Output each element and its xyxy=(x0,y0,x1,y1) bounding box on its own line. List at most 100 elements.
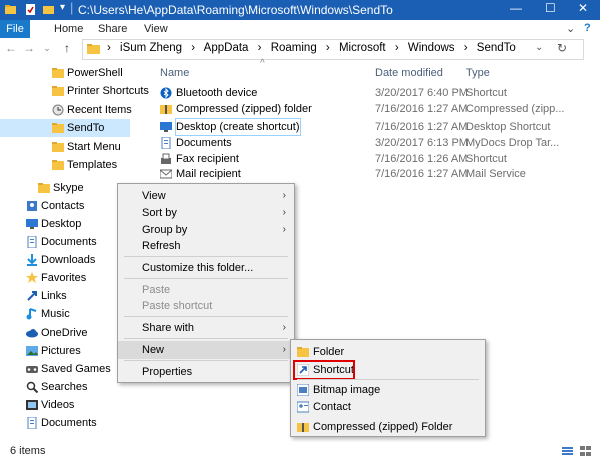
sidebar-item[interactable]: Printer Shortcuts xyxy=(0,82,149,100)
window-title: C:\Users\He\AppData\Roaming\Microsoft\Wi… xyxy=(78,3,393,17)
menu-item[interactable]: Share with › xyxy=(118,319,294,337)
back-arrow-icon[interactable]: ← xyxy=(4,41,18,55)
breadcrumb-separator: › xyxy=(191,42,196,54)
menu-separator xyxy=(124,360,288,361)
menu-item-label: Paste shortcut xyxy=(142,300,213,312)
contacts-icon xyxy=(26,200,38,212)
sidebar-item[interactable]: Templates xyxy=(0,156,140,174)
breadcrumb-item[interactable]: SendTo xyxy=(477,42,516,54)
downloads-icon xyxy=(26,254,38,266)
breadcrumb-item[interactable]: iSum Zheng xyxy=(120,42,182,54)
sidebar-item[interactable]: Recent Items xyxy=(0,101,140,119)
breadcrumb-item[interactable]: Windows xyxy=(408,42,455,54)
file-type: Mail Service xyxy=(466,168,526,180)
sidebar-item-label: Templates xyxy=(67,159,118,171)
submenu-item[interactable]: Contact xyxy=(291,398,485,416)
help-icon[interactable]: ? xyxy=(584,22,591,34)
submenu-item-label: Compressed (zipped) Folder xyxy=(313,421,453,433)
breadcrumb-separator: › xyxy=(107,42,111,54)
file-name: Desktop (create shortcut) xyxy=(175,118,301,136)
contact-card-icon xyxy=(296,401,310,413)
folder-icon xyxy=(38,182,50,194)
sidebar-item-label: Documents xyxy=(41,417,97,429)
menu-item-label: Share with xyxy=(142,322,194,334)
sidebar-item[interactable]: Documents xyxy=(0,414,140,432)
large-icons-view-icon[interactable] xyxy=(580,446,591,456)
bluetooth-icon xyxy=(160,87,172,99)
file-date: 7/16/2016 1:27 AM xyxy=(375,168,468,180)
sidebar-item-label: Downloads xyxy=(41,254,96,266)
submenu-item[interactable]: Bitmap image xyxy=(291,381,485,399)
ribbon-tabs: File Home Share View ⌄ ? xyxy=(0,20,600,39)
menu-item[interactable]: New › xyxy=(118,341,294,359)
up-arrow-icon[interactable]: ↑ xyxy=(60,41,74,55)
details-view-icon[interactable] xyxy=(562,446,573,456)
sidebar-item-label: Recent Items xyxy=(67,104,132,116)
new-submenu: Folder Shortcut Bitmap image Contact Compres… xyxy=(290,339,486,437)
sidebar-item-label: Printer Shortcuts xyxy=(67,85,149,97)
menu-item[interactable]: View › xyxy=(118,187,294,205)
tab-home[interactable]: Home xyxy=(46,20,91,38)
file-row[interactable]: Compressed (zipped) folder 7/16/2016 1:27… xyxy=(150,101,600,117)
zip-folder-icon xyxy=(160,103,172,115)
sidebar-item-label: Favorites xyxy=(41,272,87,284)
close-button[interactable]: ✕ xyxy=(578,1,588,15)
sidebar-item-label: OneDrive xyxy=(41,327,88,339)
submenu-item[interactable]: Compressed (zipped) Folder xyxy=(291,418,485,436)
new-folder-icon[interactable] xyxy=(42,3,55,16)
sidebar-item[interactable]: SendTo xyxy=(0,119,130,137)
properties-icon[interactable] xyxy=(24,3,37,16)
file-row[interactable]: Desktop (create shortcut) 7/16/2016 1:27 … xyxy=(150,118,600,136)
menu-item-label: View xyxy=(142,190,166,202)
file-date: 7/16/2016 1:27 AM xyxy=(375,103,468,115)
sidebar-item-label: Contacts xyxy=(41,200,85,212)
pictures-icon xyxy=(26,345,38,357)
file-date: 3/20/2017 6:13 PM xyxy=(375,137,468,149)
breadcrumb-item[interactable]: AppData xyxy=(204,42,249,54)
quick-access-dropdown-icon[interactable]: ▾ xyxy=(60,2,65,13)
file-row[interactable]: Documents 3/20/2017 6:13 PM MyDocs Drop Ta… xyxy=(150,135,600,151)
menu-item-label: Properties xyxy=(142,366,193,378)
recent-locations-icon[interactable]: ⌄ xyxy=(40,41,54,55)
explorer-icon xyxy=(5,5,16,14)
refresh-icon[interactable]: ↻ xyxy=(557,41,567,55)
menu-item[interactable]: Sort by › xyxy=(118,204,294,222)
forward-arrow-icon[interactable]: → xyxy=(22,41,36,55)
sidebar-item[interactable]: PowerShell xyxy=(0,64,140,82)
file-row[interactable]: Fax recipient 7/16/2016 1:26 AM Shortcut xyxy=(150,151,600,167)
breadcrumb-separator: › xyxy=(463,42,468,54)
tab-view[interactable]: View xyxy=(136,20,176,38)
minimize-button[interactable]: — xyxy=(510,1,522,15)
ribbon-expand-icon[interactable]: ⌄ xyxy=(566,22,575,35)
column-header-name[interactable]: Name xyxy=(160,62,189,84)
file-type: Desktop Shortcut xyxy=(466,121,551,133)
sidebar-item[interactable]: Videos xyxy=(0,396,140,414)
recent-icon xyxy=(52,104,64,116)
address-bar[interactable]: › iSum Zheng › AppData › Roaming › Micro… xyxy=(82,39,584,60)
column-header-date[interactable]: Date modified xyxy=(375,62,443,84)
breadcrumb-item[interactable]: Roaming xyxy=(271,42,317,54)
sidebar-item-label: Desktop xyxy=(41,218,82,230)
file-type: Shortcut xyxy=(466,87,507,99)
address-dropdown-icon[interactable]: ⌄ xyxy=(535,42,543,53)
menu-item[interactable]: Properties xyxy=(118,363,294,381)
maximize-button[interactable]: ☐ xyxy=(545,1,556,15)
file-type: Compressed (zipp... xyxy=(466,103,565,115)
tab-file[interactable]: File xyxy=(0,20,30,38)
column-header-type[interactable]: Type xyxy=(466,62,490,84)
menu-separator xyxy=(124,256,288,257)
menu-item[interactable]: Customize this folder... xyxy=(118,259,294,277)
saved-games-icon xyxy=(26,363,38,375)
sidebar-item[interactable]: Start Menu xyxy=(0,138,140,156)
menu-item[interactable]: Refresh xyxy=(118,237,294,255)
submenu-item[interactable]: Folder xyxy=(291,343,485,361)
chevron-right-icon: › xyxy=(282,322,286,333)
menu-separator xyxy=(124,316,288,317)
folder-icon xyxy=(52,159,64,171)
tab-share[interactable]: Share xyxy=(90,20,135,38)
breadcrumb-item[interactable]: Microsoft xyxy=(339,42,386,54)
chevron-right-icon: › xyxy=(282,207,286,218)
file-row[interactable]: Mail recipient 7/16/2016 1:27 AM Mail Serv… xyxy=(150,166,600,182)
file-row[interactable]: Bluetooth device 3/20/2017 6:40 PM Shortcu… xyxy=(150,85,600,101)
sidebar-item-label: PowerShell xyxy=(67,67,123,79)
